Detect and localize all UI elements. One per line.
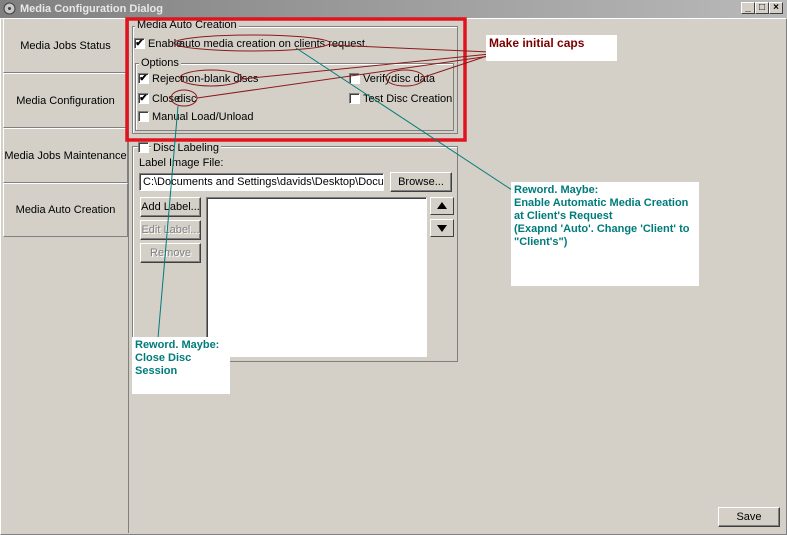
close-disc-label-text: disc bbox=[177, 93, 197, 105]
reject-label-prefix: Reject bbox=[152, 73, 184, 85]
annotation-initial-caps: Make initial caps bbox=[486, 35, 617, 61]
tab-label: Media Jobs Maintenance bbox=[4, 149, 127, 162]
add-label-button[interactable]: Add Label... bbox=[140, 197, 201, 217]
maximize-button[interactable]: □ bbox=[755, 2, 769, 14]
enable-label-prefix: Enable bbox=[148, 38, 183, 50]
annotation-reword-enable: Reword. Maybe: Enable Automatic Media Cr… bbox=[511, 182, 699, 286]
disc-labeling-checkbox[interactable] bbox=[138, 142, 149, 153]
tab-media-jobs-status[interactable]: Media Jobs Status bbox=[3, 18, 128, 73]
annotation-line: Reword. Maybe: bbox=[135, 339, 220, 351]
verify-checkbox[interactable] bbox=[349, 73, 360, 84]
save-button[interactable]: Save bbox=[718, 507, 780, 527]
options-legend: Options bbox=[139, 57, 181, 69]
manual-load-label: Manual Load/Unload bbox=[152, 111, 254, 123]
disc-labeling-legend: Disc Labeling bbox=[151, 142, 222, 154]
tab-label: Media Configuration bbox=[16, 94, 115, 107]
annotation-line: Close Disc Session bbox=[135, 352, 192, 377]
label-image-file-label: Label Image File: bbox=[139, 157, 224, 169]
reject-label-text: non-blank discs bbox=[182, 73, 259, 85]
tab-media-auto-creation[interactable]: Media Auto Creation bbox=[3, 183, 128, 237]
annotation-line: (Exapnd 'Auto'. Change 'Client' to bbox=[514, 223, 690, 235]
title-bar: Media Configuration Dialog _ □ × bbox=[0, 0, 787, 18]
tab-label: Media Jobs Status bbox=[20, 39, 111, 52]
enable-label-text: auto media creation on clients request. bbox=[179, 38, 368, 50]
edit-label-button[interactable]: Edit Label... bbox=[140, 220, 201, 240]
media-auto-creation-legend: Media Auto Creation bbox=[135, 19, 239, 31]
close-disc-checkbox[interactable]: ✔ bbox=[138, 93, 149, 104]
remove-button[interactable]: Remove bbox=[140, 243, 201, 263]
verify-label-text: disc data bbox=[391, 73, 436, 85]
close-button[interactable]: × bbox=[769, 2, 783, 14]
reject-checkbox[interactable]: ✔ bbox=[138, 73, 149, 84]
move-down-button[interactable] bbox=[430, 219, 454, 237]
tab-divider bbox=[128, 18, 129, 533]
annotation-line: "Client's") bbox=[514, 236, 568, 248]
arrow-down-icon bbox=[437, 225, 447, 232]
minimize-button[interactable]: _ bbox=[741, 2, 755, 14]
label-list[interactable] bbox=[206, 197, 427, 357]
annotation-line: Reword. Maybe: bbox=[514, 184, 599, 196]
test-disc-checkbox[interactable] bbox=[349, 93, 360, 104]
test-disc-label: Test Disc Creation bbox=[363, 93, 453, 105]
enable-checkbox[interactable]: ✔ bbox=[134, 38, 145, 49]
window-title: Media Configuration Dialog bbox=[20, 3, 163, 15]
tab-media-jobs-maintenance[interactable]: Media Jobs Maintenance bbox=[3, 128, 128, 183]
verify-label-prefix: Verify bbox=[363, 73, 391, 85]
move-up-button[interactable] bbox=[430, 197, 454, 215]
manual-load-checkbox[interactable] bbox=[138, 111, 149, 122]
tab-label: Media Auto Creation bbox=[15, 204, 116, 216]
label-image-file-input[interactable]: C:\Documents and Settings\davids\Desktop… bbox=[139, 173, 384, 191]
tab-media-configuration[interactable]: Media Configuration bbox=[3, 73, 128, 128]
browse-button[interactable]: Browse... bbox=[390, 172, 452, 192]
close-disc-label-prefix: Close bbox=[152, 93, 181, 105]
annotation-line: Enable Automatic Media Creation bbox=[514, 197, 689, 209]
annotation-reword-close: Reword. Maybe: Close Disc Session bbox=[132, 337, 230, 394]
app-icon bbox=[3, 2, 16, 15]
arrow-up-icon bbox=[437, 202, 447, 209]
annotation-line: at Client's Request bbox=[514, 210, 613, 222]
